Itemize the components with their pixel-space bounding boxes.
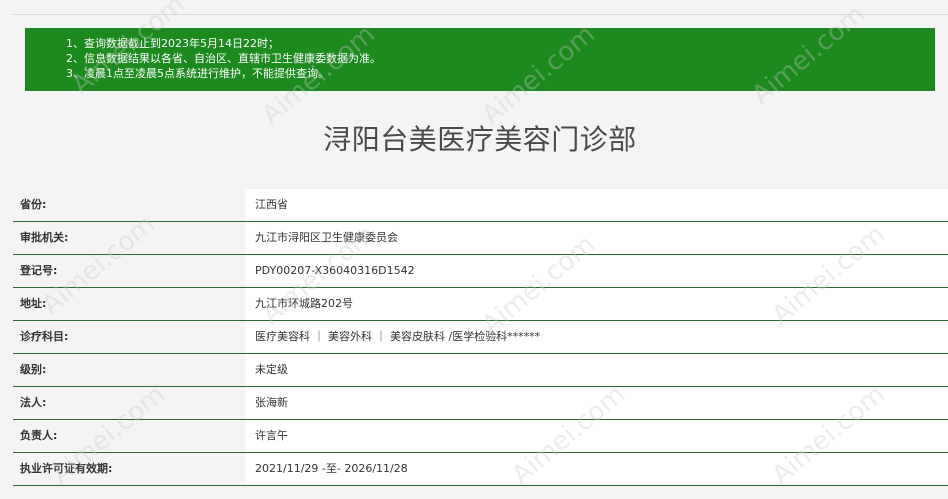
info-value: 医疗美容科 ｜ 美容外科 ｜ 美容皮肤科 /医学检验科****** [245,321,948,353]
info-table: 省份: 江西省 审批机关: 九江市浔阳区卫生健康委员会 登记号: PDY0020… [13,189,948,486]
info-row-registration-number: 登记号: PDY00207-X36040316D1542 [13,255,948,288]
info-label: 省份: [13,189,245,221]
info-row-address: 地址: 九江市环城路202号 [13,288,948,321]
info-row-level: 级别: 未定级 [13,354,948,387]
notice-line-1: 1、查询数据截止到2023年5月14日22时； [66,37,279,50]
info-value: PDY00207-X36040316D1542 [245,255,948,287]
notice-line-2: 2、信息数据结果以各省、自治区、直辖市卫生健康委数据为准。 [66,52,381,65]
info-row-departments: 诊疗科目: 医疗美容科 ｜ 美容外科 ｜ 美容皮肤科 /医学检验科****** [13,321,948,354]
info-row-province: 省份: 江西省 [13,189,948,222]
info-row-approval-authority: 审批机关: 九江市浔阳区卫生健康委员会 [13,222,948,255]
info-label: 级别: [13,354,245,386]
info-label: 登记号: [13,255,245,287]
info-label: 审批机关: [13,222,245,254]
page: 1、查询数据截止到2023年5月14日22时； 2、信息数据结果以各省、自治区、… [0,0,948,499]
top-divider [13,14,948,15]
info-row-legal-person: 法人: 张海新 [13,387,948,420]
info-label: 诊疗科目: [13,321,245,353]
info-value: 许言午 [245,420,948,452]
info-value: 2021/11/29 -至- 2026/11/28 [245,453,948,485]
info-row-license-validity: 执业许可证有效期: 2021/11/29 -至- 2026/11/28 [13,453,948,486]
info-value: 九江市环城路202号 [245,288,948,320]
info-value: 未定级 [245,354,948,386]
info-row-person-in-charge: 负责人: 许言午 [13,420,948,453]
info-label: 法人: [13,387,245,419]
info-label: 地址: [13,288,245,320]
page-title: 浔阳台美医疗美容门诊部 [323,123,637,156]
info-value: 江西省 [245,189,948,221]
info-label: 执业许可证有效期: [13,453,245,485]
notice-line-3: 3、凌晨1点至凌晨5点系统进行维护，不能提供查询。 [66,67,329,80]
info-value: 九江市浔阳区卫生健康委员会 [245,222,948,254]
info-label: 负责人: [13,420,245,452]
notice-banner: 1、查询数据截止到2023年5月14日22时； 2、信息数据结果以各省、自治区、… [25,28,935,91]
info-value: 张海新 [245,387,948,419]
